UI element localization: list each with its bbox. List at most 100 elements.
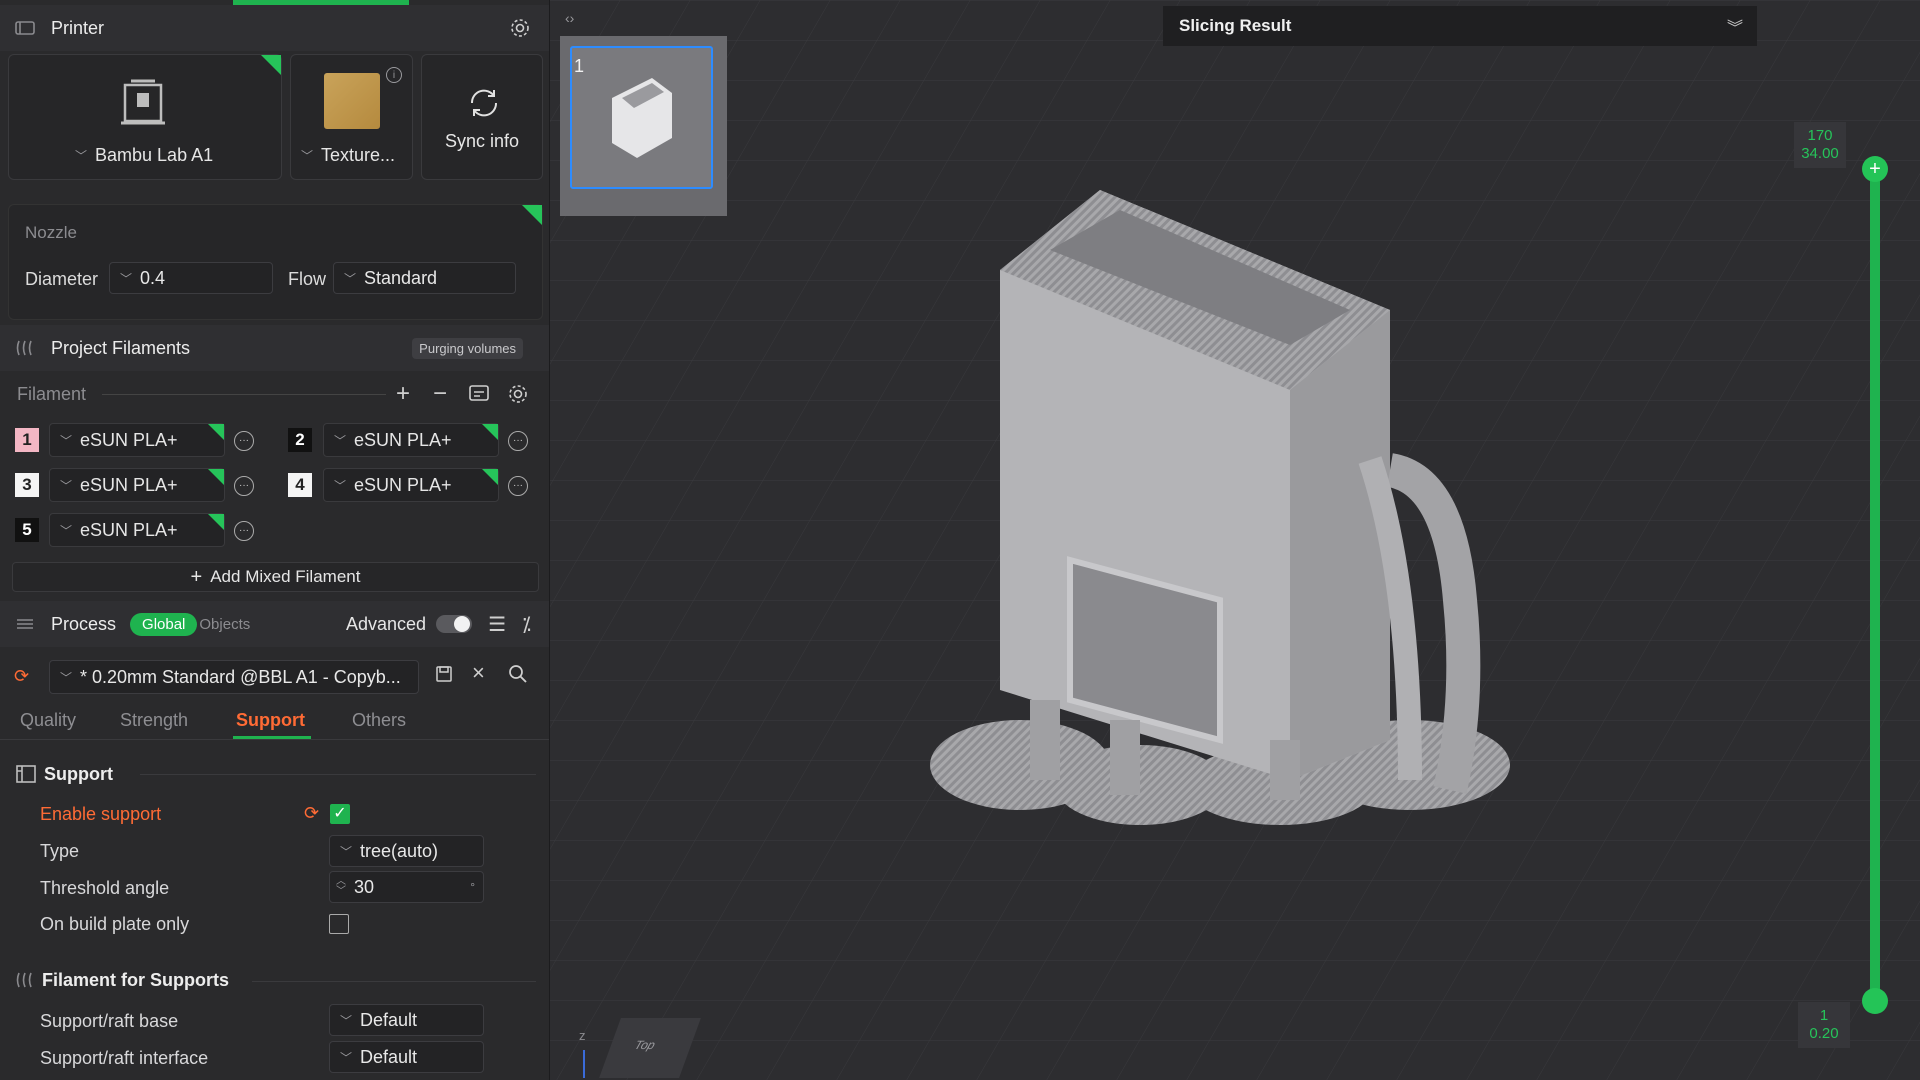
- support-section-icon: [15, 764, 37, 789]
- layer-slider-bottom-readout: 1 0.20: [1798, 1002, 1850, 1048]
- filament-2-options-icon[interactable]: ···: [508, 431, 528, 451]
- nozzle-sync-indicator: [522, 205, 542, 225]
- remove-filament-icon[interactable]: −: [433, 382, 447, 406]
- filament-settings-gear-icon[interactable]: [507, 383, 529, 410]
- plate-dropdown-chevron-icon: ﹀: [301, 149, 314, 163]
- plate-number: 1: [574, 56, 585, 76]
- threshold-angle-value: 30: [354, 876, 375, 897]
- axis-z-label: z: [579, 1028, 586, 1043]
- filament-3-name: eSUN PLA+: [80, 474, 178, 495]
- tab-quality[interactable]: Quality: [20, 710, 76, 731]
- filament-1-chevron-icon: ﹀: [60, 433, 73, 448]
- filament-3-chevron-icon: ﹀: [60, 478, 73, 493]
- plate-info-icon[interactable]: i: [386, 67, 402, 83]
- nozzle-title: Nozzle: [25, 223, 77, 242]
- sync-info-label: Sync info: [444, 131, 520, 151]
- process-preset-value: * 0.20mm Standard @BBL A1 - Copyb...: [80, 666, 401, 687]
- close-preset-icon[interactable]: ×: [472, 660, 485, 686]
- filament-sync-icon[interactable]: [468, 384, 490, 409]
- filament-5-options-icon[interactable]: ···: [234, 521, 254, 541]
- tab-strength[interactable]: Strength: [120, 710, 188, 731]
- flow-chevron-icon: ﹀: [344, 271, 357, 286]
- filament-4-options-icon[interactable]: ···: [508, 476, 528, 496]
- plate-name: Texture...: [321, 145, 396, 165]
- process-section-header: Process Global Objects Advanced ☰ ⁒: [0, 601, 549, 647]
- enable-support-reset-icon[interactable]: ⟳: [304, 803, 319, 824]
- filament-supports-divider: [252, 981, 536, 982]
- filament-3-options-icon[interactable]: ···: [234, 476, 254, 496]
- slicing-result-bar[interactable]: Slicing Result ︾: [1163, 6, 1757, 46]
- sliced-model-preview[interactable]: [850, 180, 1570, 880]
- diameter-label: Diameter: [25, 269, 99, 289]
- filaments-section-header: Project Filaments Purging volumes: [0, 325, 549, 371]
- printer-section-title: Printer: [51, 17, 105, 38]
- filament-2-chevron-icon: ﹀: [334, 433, 347, 448]
- plate-type-card[interactable]: i ﹀ Texture...: [290, 54, 413, 180]
- global-toggle[interactable]: Global: [130, 612, 198, 636]
- filament-5-number[interactable]: 5: [15, 518, 39, 542]
- purging-volumes-button[interactable]: Purging volumes: [412, 337, 523, 359]
- filament-1-dropdown[interactable]: ﹀ eSUN PLA+: [49, 423, 225, 457]
- tab-support[interactable]: Support: [236, 710, 305, 731]
- build-plate-only-label: On build plate only: [40, 914, 190, 934]
- collapse-sidebar-icon[interactable]: ‹›: [565, 10, 574, 26]
- support-type-label: Type: [40, 841, 80, 861]
- filament-1-number[interactable]: 1: [15, 428, 39, 452]
- layer-slider-top-handle[interactable]: +: [1862, 156, 1888, 182]
- filament-3-dropdown[interactable]: ﹀ eSUN PLA+: [49, 468, 225, 502]
- left-sidebar: Printer ﹀ Bambu Lab A1 i ﹀ Texture... Sy…: [0, 0, 550, 1080]
- filament-5-dropdown[interactable]: ﹀ eSUN PLA+: [49, 513, 225, 547]
- filament-3-sync-indicator: [208, 469, 224, 485]
- slicing-result-title: Slicing Result: [1179, 16, 1292, 35]
- preset-reset-icon[interactable]: ⟳: [14, 666, 29, 687]
- filament-5-sync-indicator: [208, 514, 224, 530]
- diameter-dropdown[interactable]: ﹀ 0.4: [109, 262, 273, 294]
- expand-chevron-icon[interactable]: ︾: [1727, 14, 1743, 38]
- printer-select-card[interactable]: ﹀ Bambu Lab A1: [8, 54, 282, 180]
- add-filament-icon[interactable]: +: [396, 382, 410, 406]
- process-section-icon: [14, 613, 36, 635]
- filament-1-options-icon[interactable]: ···: [234, 431, 254, 451]
- filament-section-icon: [14, 337, 36, 359]
- advanced-label: Advanced: [346, 613, 427, 634]
- add-mixed-filament-button[interactable]: + Add Mixed Filament: [12, 562, 539, 592]
- support-raft-interface-dropdown[interactable]: ﹀ Default: [329, 1041, 484, 1073]
- diameter-value: 0.4: [140, 267, 166, 288]
- flow-dropdown[interactable]: ﹀ Standard: [333, 262, 516, 294]
- filament-2-dropdown[interactable]: ﹀ eSUN PLA+: [323, 423, 499, 457]
- enable-support-label: Enable support: [40, 804, 162, 824]
- sync-info-button[interactable]: Sync info: [421, 54, 543, 180]
- filament-4-number[interactable]: 4: [288, 473, 312, 497]
- filament-4-dropdown[interactable]: ﹀ eSUN PLA+: [323, 468, 499, 502]
- enable-support-checkbox[interactable]: ✓: [330, 804, 350, 824]
- tabs-divider: [0, 739, 549, 740]
- compare-icon[interactable]: ⁒: [522, 612, 531, 637]
- tab-others[interactable]: Others: [352, 710, 406, 731]
- advanced-toggle-switch[interactable]: [436, 615, 473, 633]
- filament-supports-title: Filament for Supports: [42, 970, 230, 990]
- list-view-icon[interactable]: ☰: [488, 612, 506, 637]
- printer-settings-gear-icon[interactable]: [509, 17, 531, 39]
- layer-slider-bottom-handle[interactable]: [1862, 988, 1888, 1014]
- support-type-dropdown[interactable]: ﹀ tree(auto): [329, 835, 484, 867]
- filament-5-chevron-icon: ﹀: [60, 523, 73, 538]
- support-raft-base-dropdown[interactable]: ﹀ Default: [329, 1004, 484, 1036]
- process-preset-dropdown[interactable]: ﹀ * 0.20mm Standard @BBL A1 - Copyb...: [49, 660, 419, 694]
- filament-3-number[interactable]: 3: [15, 473, 39, 497]
- 3d-viewport[interactable]: z Top: [550, 0, 1920, 1080]
- support-raft-interface-label: Support/raft interface: [40, 1048, 209, 1068]
- objects-toggle[interactable]: Objects: [199, 616, 250, 633]
- layer-slider-track[interactable]: [1870, 168, 1880, 1000]
- filament-4-sync-indicator: [482, 469, 498, 485]
- view-cube-top-label: Top: [632, 1038, 658, 1052]
- build-plate-only-checkbox[interactable]: [329, 914, 349, 934]
- threshold-unit: °: [470, 880, 475, 894]
- search-icon[interactable]: [508, 664, 528, 689]
- threshold-stepper-icon[interactable]: ︿ ﹀: [336, 877, 346, 897]
- printer-section-icon: [14, 17, 36, 39]
- filament-2-number[interactable]: 2: [288, 428, 312, 452]
- texture-plate-icon: [324, 73, 380, 129]
- save-preset-icon[interactable]: [434, 664, 454, 689]
- threshold-angle-spinbox[interactable]: ︿ ﹀ 30 °: [329, 871, 484, 903]
- plate-thumbnail[interactable]: 1: [560, 36, 727, 216]
